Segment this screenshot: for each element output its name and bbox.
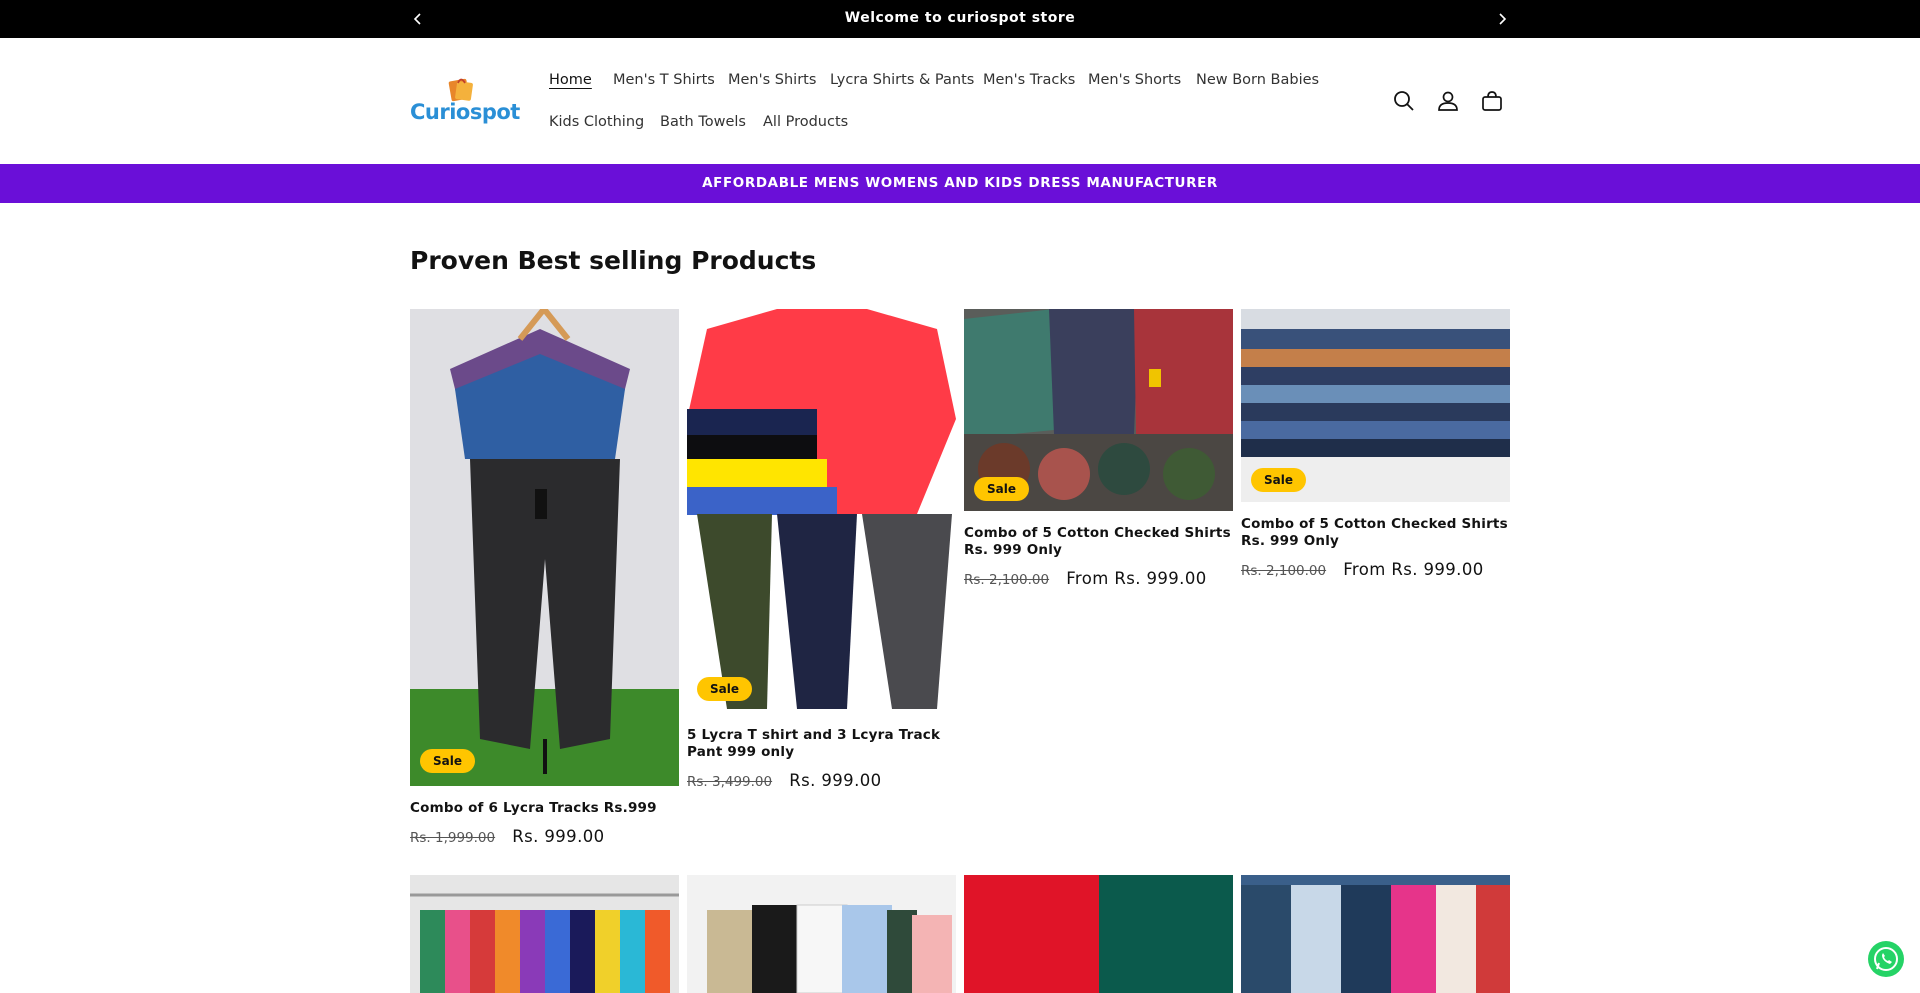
- sale-badge: Sale: [420, 749, 475, 773]
- product-image[interactable]: Sale: [410, 309, 679, 786]
- product-price: Rs. 1,999.00 Rs. 999.00: [410, 827, 679, 846]
- product-card[interactable]: [964, 875, 1233, 993]
- announcement-text: Welcome to curiospot store: [844, 10, 1076, 26]
- product-card[interactable]: Sale Combo of 5 Cotton Checked Shirts Rs…: [964, 309, 1233, 588]
- sale-price: Rs. 999.00: [789, 771, 882, 790]
- product-title[interactable]: Combo of 5 Cotton Checked Shirts Rs. 999…: [1241, 516, 1510, 550]
- announcement-bar: Welcome to curiospot store: [0, 0, 1920, 38]
- sale-badge: Sale: [1251, 468, 1306, 492]
- product-image[interactable]: [1241, 875, 1510, 993]
- nav-mens-shorts[interactable]: Men's Shorts: [1088, 72, 1181, 88]
- nav-all-products[interactable]: All Products: [763, 114, 848, 130]
- product-card[interactable]: Sale Combo of 6 Lycra Tracks Rs.999 Rs. …: [410, 309, 679, 846]
- regular-price: Rs. 3,499.00: [687, 774, 773, 790]
- account-icon[interactable]: [1435, 88, 1461, 114]
- product-image[interactable]: [964, 875, 1233, 993]
- product-price: Rs. 3,499.00 Rs. 999.00: [687, 771, 956, 790]
- nav-lycra-shirts-pants[interactable]: Lycra Shirts & Pants: [830, 72, 974, 88]
- nav-new-born-babies[interactable]: New Born Babies: [1196, 72, 1319, 88]
- nav-bath-towels[interactable]: Bath Towels: [660, 114, 746, 130]
- nav-mens-t-shirts[interactable]: Men's T Shirts: [613, 72, 715, 88]
- promo-banner: AFFORDABLE MENS WOMENS AND KIDS DRESS MA…: [0, 164, 1920, 203]
- nav-home[interactable]: Home: [549, 72, 592, 88]
- sale-price: From Rs. 999.00: [1066, 569, 1207, 588]
- regular-price: Rs. 2,100.00: [964, 572, 1050, 588]
- product-title[interactable]: 5 Lycra T shirt and 3 Lcyra Track Pant 9…: [687, 727, 956, 761]
- nav-kids-clothing[interactable]: Kids Clothing: [549, 114, 644, 130]
- product-card[interactable]: Sale 5 Lycra T shirt and 3 Lcyra Track P…: [687, 309, 956, 790]
- search-icon[interactable]: [1391, 88, 1417, 114]
- sale-price: From Rs. 999.00: [1343, 560, 1484, 579]
- product-title[interactable]: Combo of 6 Lycra Tracks Rs.999: [410, 800, 679, 817]
- product-image[interactable]: [410, 875, 679, 993]
- site-header: Curiospot Home Men's T Shirts Men's Shir…: [0, 38, 1920, 164]
- product-image[interactable]: [687, 875, 956, 993]
- cart-icon[interactable]: [1479, 88, 1505, 114]
- product-price: Rs. 2,100.00 From Rs. 999.00: [964, 569, 1233, 588]
- product-title[interactable]: Combo of 5 Cotton Checked Shirts Rs. 999…: [964, 525, 1233, 559]
- regular-price: Rs. 1,999.00: [410, 830, 496, 846]
- next-announcement-icon[interactable]: [1492, 9, 1512, 29]
- product-price: Rs. 2,100.00 From Rs. 999.00: [1241, 560, 1510, 579]
- nav-mens-tracks[interactable]: Men's Tracks: [983, 72, 1075, 88]
- regular-price: Rs. 2,100.00: [1241, 563, 1327, 579]
- store-logo[interactable]: Curiospot: [410, 74, 520, 128]
- sale-price: Rs. 999.00: [512, 827, 605, 846]
- product-image[interactable]: Sale: [1241, 309, 1510, 502]
- product-card[interactable]: [410, 875, 679, 993]
- product-image[interactable]: Sale: [964, 309, 1233, 511]
- product-card[interactable]: [1241, 875, 1510, 993]
- nav-mens-shirts[interactable]: Men's Shirts: [728, 72, 816, 88]
- product-card[interactable]: [687, 875, 956, 993]
- product-image[interactable]: Sale: [687, 309, 956, 713]
- sale-badge: Sale: [974, 477, 1029, 501]
- whatsapp-chat-button[interactable]: [1868, 941, 1904, 977]
- product-card[interactable]: Sale Combo of 5 Cotton Checked Shirts Rs…: [1241, 309, 1510, 579]
- logo-text: Curiospot: [410, 100, 520, 124]
- sale-badge: Sale: [697, 677, 752, 701]
- section-title: Proven Best selling Products: [410, 246, 817, 275]
- whatsapp-icon: [1874, 947, 1898, 971]
